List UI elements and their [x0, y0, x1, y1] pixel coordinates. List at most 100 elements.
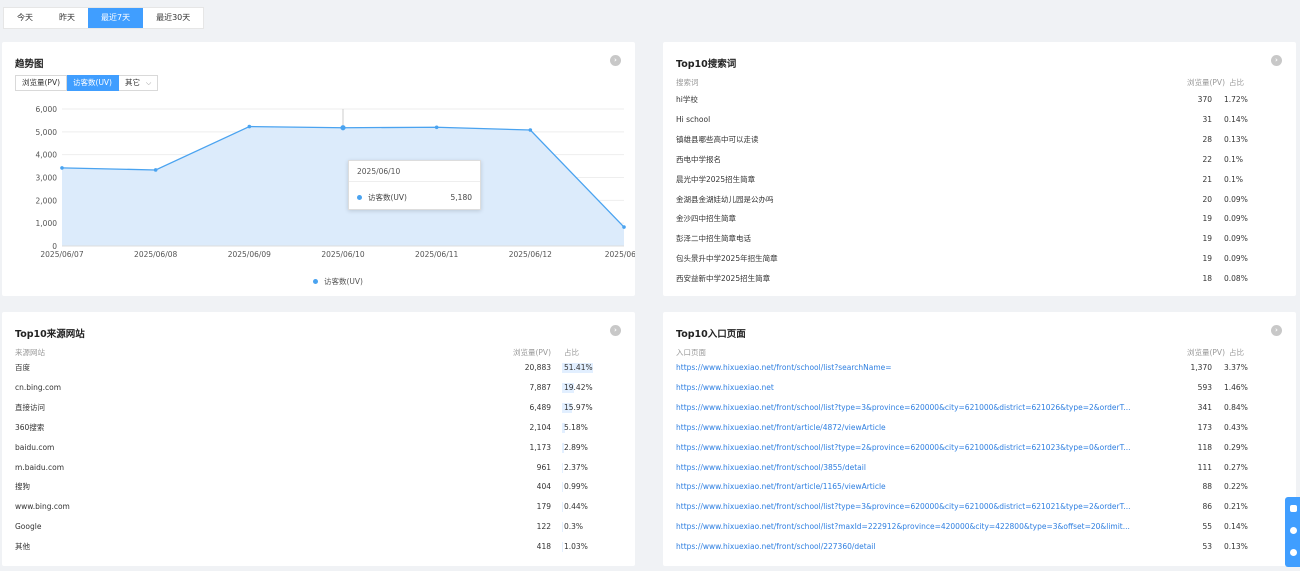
row-share-text: 2.89% — [564, 442, 588, 452]
search-word: 西电中学报名 — [676, 154, 721, 164]
sources-info-icon[interactable]: › — [610, 325, 621, 336]
search-word: hi学校 — [676, 95, 698, 104]
row-pv-value: 19 — [1202, 234, 1212, 244]
range-today-tab[interactable]: 今天 — [4, 8, 46, 28]
row-pv-value: 22 — [1202, 154, 1212, 164]
chat-icon[interactable] — [1290, 527, 1297, 534]
tooltip-line: 访客数(UV) 5,180 — [357, 192, 472, 203]
row-share-text: 15.97% — [564, 402, 593, 412]
search-word-row: 西安益新中学2025招生简章 18 0.08% — [676, 272, 1283, 286]
range-yesterday-tab[interactable]: 昨天 — [46, 8, 88, 28]
y-tick-label: 4,000 — [36, 151, 58, 160]
row-share-text: 0.1% — [1224, 154, 1244, 164]
row-share-text: 0.3% — [564, 522, 584, 532]
row-pv-value: 28 — [1202, 134, 1212, 144]
source-row: 直接访问 6,489 15.97% — [15, 401, 622, 415]
row-share-text: 0.09% — [1224, 254, 1248, 264]
row-share-text: 3.37% — [1224, 363, 1248, 372]
row-share-text: 0.13% — [1224, 134, 1248, 144]
entry-page-row: https://www.hixuexiao.net/front/school/l… — [676, 401, 1283, 415]
row-share-value: 0.1% — [1224, 173, 1243, 187]
row-share-value: 2.89% — [562, 441, 588, 455]
chart-legend[interactable]: 访客数(UV) — [313, 276, 363, 287]
search-word: 西安益新中学2025招生简章 — [676, 274, 771, 284]
chart-tooltip: 2025/06/10 访客数(UV) 5,180 — [348, 160, 481, 210]
y-tick-label: 6,000 — [36, 105, 58, 114]
row-share-value: 0.09% — [1224, 193, 1248, 207]
sources-card: Top10来源网站 › 来源网站 浏览量(PV) 占比 百度 20,883 51.4… — [2, 312, 635, 566]
x-tick-label: 2025/06/09 — [228, 250, 271, 259]
entry-info-icon[interactable]: › — [1271, 325, 1282, 336]
row-share-value: 0.08% — [1224, 272, 1248, 286]
entry-page-link[interactable]: https://www.hixuexiao.net/front/article/… — [676, 480, 886, 494]
source-name: 其他 — [15, 542, 30, 552]
entry-page-link[interactable]: https://www.hixuexiao.net/front/school/l… — [676, 441, 1130, 455]
row-share-value: 0.13% — [1224, 133, 1248, 147]
source-row: 百度 20,883 51.41% — [15, 361, 622, 375]
data-point — [528, 128, 533, 132]
entry-page-link[interactable]: https://www.hixuexiao.net/front/school/l… — [676, 401, 1130, 415]
source-row: baidu.com 1,173 2.89% — [15, 441, 622, 455]
search-word-row: 金沙四中招生简章 19 0.09% — [676, 212, 1283, 226]
search-words-card: Top10搜索词 › 搜索词 浏览量(PV) 占比 hi学校 370 1.72% Hi… — [663, 42, 1296, 296]
entry-page-link[interactable]: https://www.hixuexiao.net/front/school/3… — [676, 461, 866, 475]
row-pv-value: 593 — [1197, 382, 1212, 392]
row-share-value: 0.14% — [1224, 113, 1248, 127]
x-tick-label: 2025/06/10 — [321, 250, 364, 259]
entry-page-link[interactable]: https://www.hixuexiao.net/front/school/l… — [676, 520, 1130, 534]
search-word: 彭泽二中招生简章电话 — [676, 234, 751, 244]
row-share-text: 0.13% — [1224, 542, 1248, 552]
entry-page-row: https://www.hixuexiao.net/front/school/2… — [676, 540, 1283, 554]
floating-service-widget[interactable] — [1285, 497, 1300, 567]
share-bar — [562, 542, 563, 553]
x-tick-label: 2025/06/1 — [605, 250, 635, 259]
row-share-text: 0.09% — [1224, 194, 1248, 204]
help-icon[interactable] — [1290, 549, 1297, 556]
search-word: 包头景升中学2025年招生简章 — [676, 254, 778, 264]
range-last30-tab[interactable]: 最近30天 — [143, 8, 203, 28]
header-pv: 浏览量(PV) — [512, 348, 551, 357]
tooltip-date: 2025/06/10 — [357, 167, 401, 176]
row-share-value: 0.21% — [1224, 500, 1248, 514]
entry-page-link[interactable]: https://www.hixuexiao.net/front/article/… — [676, 421, 886, 435]
entry-page-link[interactable]: https://www.hixuexiao.net/front/school/l… — [676, 500, 1130, 514]
row-share-value: 1.46% — [1224, 381, 1248, 395]
row-share-text: 0.14% — [1224, 522, 1248, 532]
entry-page-link[interactable]: https://www.hixuexiao.net — [676, 381, 774, 395]
row-pv-value: 404 — [536, 482, 551, 492]
source-row: www.bing.com 179 0.44% — [15, 500, 622, 514]
source-name: m.baidu.com — [15, 462, 65, 472]
message-icon[interactable] — [1290, 505, 1297, 512]
row-pv-value: 418 — [536, 542, 551, 552]
entry-page-link[interactable]: https://www.hixuexiao.net/front/school/l… — [676, 361, 892, 375]
row-pv-value: 55 — [1202, 522, 1212, 532]
row-pv-value: 6,489 — [529, 402, 551, 412]
row-share-value: 0.43% — [1224, 421, 1248, 435]
row-pv-value: 2,104 — [529, 422, 551, 432]
row-share-value: 0.27% — [1224, 461, 1248, 475]
header-pv: 浏览量(PV) — [1186, 78, 1225, 87]
source-name: 直接访问 — [15, 402, 45, 412]
search-word: 金沙四中招生简章 — [676, 214, 736, 224]
search-word-row: 晨光中学2025招生简章 21 0.1% — [676, 173, 1283, 187]
data-point — [153, 168, 158, 172]
row-share-text: 0.1% — [1224, 174, 1244, 184]
row-share-text: 0.84% — [1224, 402, 1248, 412]
row-pv-value: 20 — [1202, 194, 1212, 204]
row-pv-value: 370 — [1197, 95, 1212, 104]
range-last7-tab[interactable]: 最近7天 — [88, 8, 144, 28]
x-tick-label: 2025/06/08 — [134, 250, 177, 259]
entry-page-link[interactable]: https://www.hixuexiao.net/front/school/2… — [676, 540, 875, 554]
source-row: 其他 418 1.03% — [15, 540, 622, 554]
source-name: 搜狗 — [15, 482, 30, 492]
row-share-text: 51.41% — [564, 363, 593, 372]
search-word-row: hi学校 370 1.72% — [676, 93, 1283, 107]
row-pv-value: 20,883 — [524, 363, 551, 372]
row-pv-value: 1,370 — [1190, 363, 1212, 372]
source-name: 百度 — [15, 363, 30, 372]
row-pv-value: 179 — [536, 502, 551, 512]
row-share-text: 2.37% — [564, 462, 588, 472]
row-share-text: 0.44% — [564, 502, 588, 512]
search-info-icon[interactable]: › — [1271, 55, 1282, 66]
row-share-text: 0.27% — [1224, 462, 1248, 472]
